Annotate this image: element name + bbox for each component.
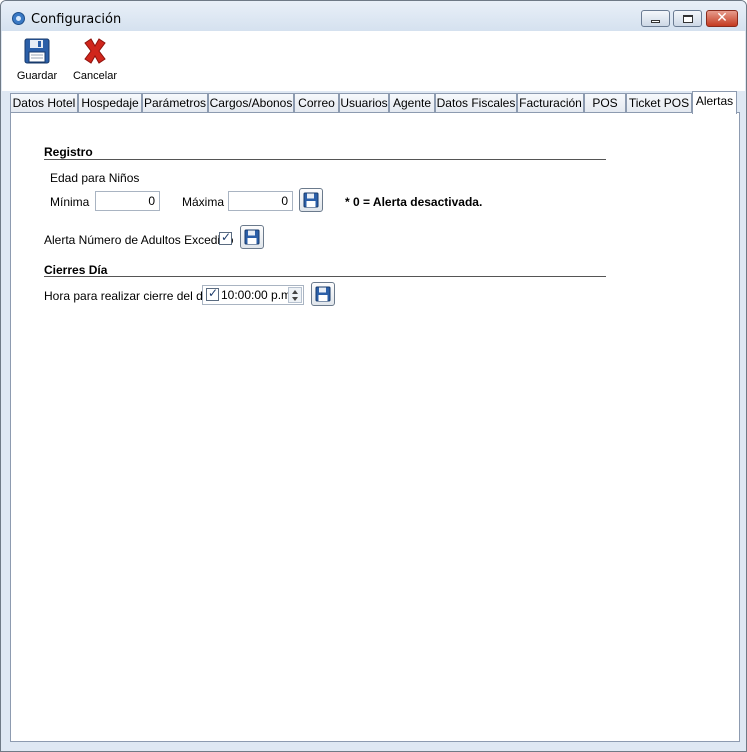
tab-datos-hotel[interactable]: Datos Hotel bbox=[10, 93, 78, 112]
save-edad-button[interactable] bbox=[299, 188, 323, 212]
tab-ticket-pos[interactable]: Ticket POS bbox=[626, 93, 692, 112]
cierres-section-title: Cierres Día bbox=[44, 263, 108, 277]
app-icon bbox=[12, 12, 25, 25]
tab-label: Ticket POS bbox=[628, 96, 690, 110]
tab-pos[interactable]: POS bbox=[584, 93, 626, 112]
tab-label: Correo bbox=[298, 96, 335, 110]
hora-cierre-checkbox[interactable]: ✓ bbox=[206, 286, 219, 301]
tab-label: Datos Hotel bbox=[12, 96, 76, 110]
cancel-x-icon bbox=[84, 38, 106, 64]
maximize-icon bbox=[683, 15, 693, 23]
tab-alertas[interactable]: Alertas bbox=[692, 91, 737, 114]
check-icon: ✓ bbox=[221, 230, 232, 244]
cierres-divider bbox=[44, 276, 606, 277]
registro-section-title: Registro bbox=[44, 145, 93, 159]
save-label: Guardar bbox=[16, 70, 58, 82]
check-icon: ✓ bbox=[208, 286, 219, 300]
minima-label: Mínima bbox=[50, 195, 90, 209]
maximize-button[interactable] bbox=[673, 10, 702, 27]
tab-parametros[interactable]: Parámetros bbox=[142, 93, 208, 112]
minimize-icon bbox=[651, 20, 660, 23]
tab-label: POS bbox=[592, 96, 618, 110]
close-icon: ✕ bbox=[716, 9, 728, 25]
toolbar: Guardar Cancelar bbox=[2, 31, 745, 91]
tab-label: Hospedaje bbox=[81, 96, 139, 110]
alertas-panel: Registro Edad para Niños Mínima 0 Máxima… bbox=[10, 112, 740, 742]
save-cierre-button[interactable] bbox=[311, 282, 335, 306]
cancel-toolbar-button[interactable]: Cancelar bbox=[67, 37, 123, 82]
floppy-disk-icon bbox=[24, 38, 50, 64]
tab-label: Agente bbox=[392, 96, 432, 110]
floppy-disk-icon bbox=[303, 192, 319, 208]
save-adultos-button[interactable] bbox=[240, 225, 264, 249]
hora-cierre-value: 10:00:00 p.m bbox=[221, 288, 292, 302]
hora-cierre-label: Hora para realizar cierre del día bbox=[44, 289, 213, 303]
adultos-excedido-checkbox[interactable]: ✓ bbox=[219, 230, 232, 245]
tab-facturacion[interactable]: Facturación bbox=[517, 93, 584, 112]
tab-label: Alertas bbox=[695, 94, 734, 108]
tab-hospedaje[interactable]: Hospedaje bbox=[78, 93, 142, 112]
alerta-note: * 0 = Alerta desactivada. bbox=[345, 195, 483, 209]
tab-usuarios[interactable]: Usuarios bbox=[339, 93, 389, 112]
tab-label: Cargos/Abonos bbox=[209, 96, 293, 110]
edad-ninos-label: Edad para Niños bbox=[50, 171, 140, 185]
window-title: Configuración bbox=[31, 12, 122, 27]
adultos-excedido-label: Alerta Número de Adultos Excedido bbox=[44, 233, 234, 247]
tab-label: Usuarios bbox=[340, 96, 388, 110]
floppy-disk-icon bbox=[315, 286, 331, 302]
maxima-label: Máxima bbox=[182, 195, 225, 209]
tab-label: Parámetros bbox=[143, 96, 207, 110]
tab-label: Facturación bbox=[519, 96, 582, 110]
title-bar[interactable]: Configuración ✕ bbox=[1, 1, 746, 31]
tab-agente[interactable]: Agente bbox=[389, 93, 435, 112]
tab-datos-fiscales[interactable]: Datos Fiscales bbox=[435, 93, 517, 112]
close-button[interactable]: ✕ bbox=[706, 9, 738, 27]
minima-input[interactable]: 0 bbox=[95, 191, 160, 211]
minimize-button[interactable] bbox=[641, 10, 670, 27]
spin-down-icon[interactable] bbox=[292, 297, 298, 301]
tab-label: Datos Fiscales bbox=[436, 96, 516, 110]
cancel-label: Cancelar bbox=[72, 70, 118, 82]
floppy-disk-icon bbox=[244, 229, 260, 245]
save-toolbar-button[interactable]: Guardar bbox=[9, 37, 65, 82]
maxima-input[interactable]: 0 bbox=[228, 191, 293, 211]
registro-divider bbox=[44, 159, 606, 160]
time-spinner[interactable] bbox=[288, 287, 302, 303]
tab-correo[interactable]: Correo bbox=[294, 93, 339, 112]
tab-cargos-abonos[interactable]: Cargos/Abonos bbox=[208, 93, 294, 112]
hora-cierre-picker[interactable]: ✓ 10:00:00 p.m bbox=[202, 285, 304, 305]
config-window: Configuración ✕ Guardar Cancelar Datos H… bbox=[0, 0, 747, 752]
spin-up-icon[interactable] bbox=[292, 290, 298, 294]
tab-strip: Datos Hotel Hospedaje Parámetros Cargos/… bbox=[10, 91, 740, 114]
